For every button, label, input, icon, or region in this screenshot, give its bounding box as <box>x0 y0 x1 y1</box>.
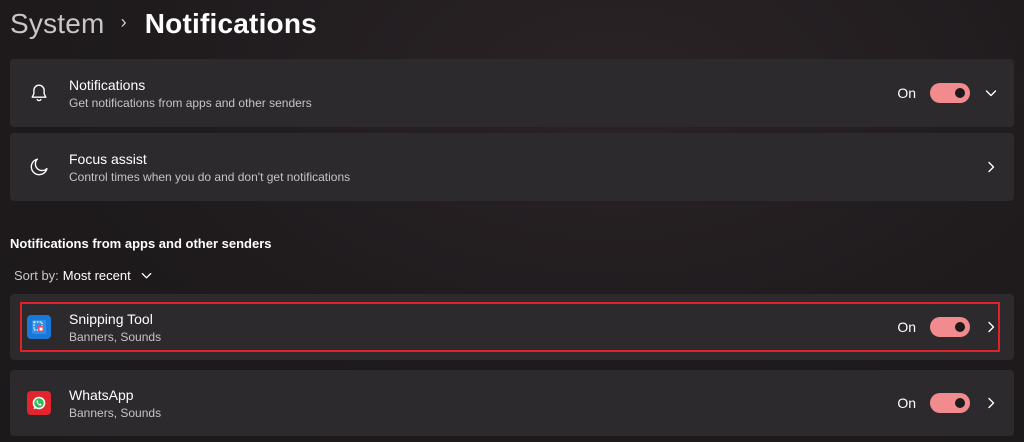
breadcrumb: System › Notifications <box>10 4 317 44</box>
chevron-right-icon[interactable] <box>984 396 998 410</box>
whatsapp-toggle[interactable] <box>930 393 970 413</box>
settings-page: System › Notifications Notifications Get… <box>0 0 1024 442</box>
notifications-text: Notifications Get notifications from app… <box>69 76 312 111</box>
app-subtitle: Banners, Sounds <box>69 405 162 420</box>
snipping-tool-icon <box>26 314 52 340</box>
focus-assist-text: Focus assist Control times when you do a… <box>69 150 350 185</box>
toggle-knob <box>955 88 965 98</box>
app-name: WhatsApp <box>69 386 134 403</box>
notifications-setting-row[interactable]: Notifications Get notifications from app… <box>10 59 1014 127</box>
app-state-label: On <box>897 319 916 335</box>
bell-icon <box>26 80 52 106</box>
app-row-snipping-tool[interactable]: Snipping Tool Banners, Sounds On <box>10 294 1014 360</box>
sort-by-label: Sort by: <box>14 268 59 283</box>
notifications-toggle[interactable] <box>930 83 970 103</box>
breadcrumb-separator: › <box>120 11 127 32</box>
focus-assist-title: Focus assist <box>69 150 147 167</box>
chevron-down-icon[interactable] <box>984 86 998 100</box>
notifications-title: Notifications <box>69 76 146 93</box>
whatsapp-icon <box>26 390 52 416</box>
page-title: Notifications <box>144 8 317 39</box>
sort-by-dropdown[interactable]: Sort by: Most recent <box>14 268 153 283</box>
chevron-right-icon[interactable] <box>984 320 998 334</box>
app-row-whatsapp[interactable]: WhatsApp Banners, Sounds On <box>10 370 1014 436</box>
chevron-right-icon[interactable] <box>984 160 998 174</box>
toggle-knob <box>955 398 965 408</box>
app-subtitle: Banners, Sounds <box>69 329 162 344</box>
chevron-down-icon[interactable] <box>140 269 153 282</box>
whatsapp-text: WhatsApp Banners, Sounds <box>69 386 161 421</box>
breadcrumb-system[interactable]: System <box>10 8 105 40</box>
focus-assist-row[interactable]: Focus assist Control times when you do a… <box>10 133 1014 201</box>
app-name: Snipping Tool <box>69 310 153 327</box>
app-state-label: On <box>897 395 916 411</box>
notifications-state-label: On <box>897 85 916 101</box>
apps-section-heading: Notifications from apps and other sender… <box>10 236 272 251</box>
moon-icon <box>26 154 52 180</box>
notifications-subtitle: Get notifications from apps and other se… <box>69 95 312 110</box>
snipping-tool-text: Snipping Tool Banners, Sounds <box>69 310 161 345</box>
snipping-tool-toggle[interactable] <box>930 317 970 337</box>
sort-by-value[interactable]: Most recent <box>63 268 131 283</box>
toggle-knob <box>955 322 965 332</box>
focus-assist-subtitle: Control times when you do and don't get … <box>69 169 351 184</box>
